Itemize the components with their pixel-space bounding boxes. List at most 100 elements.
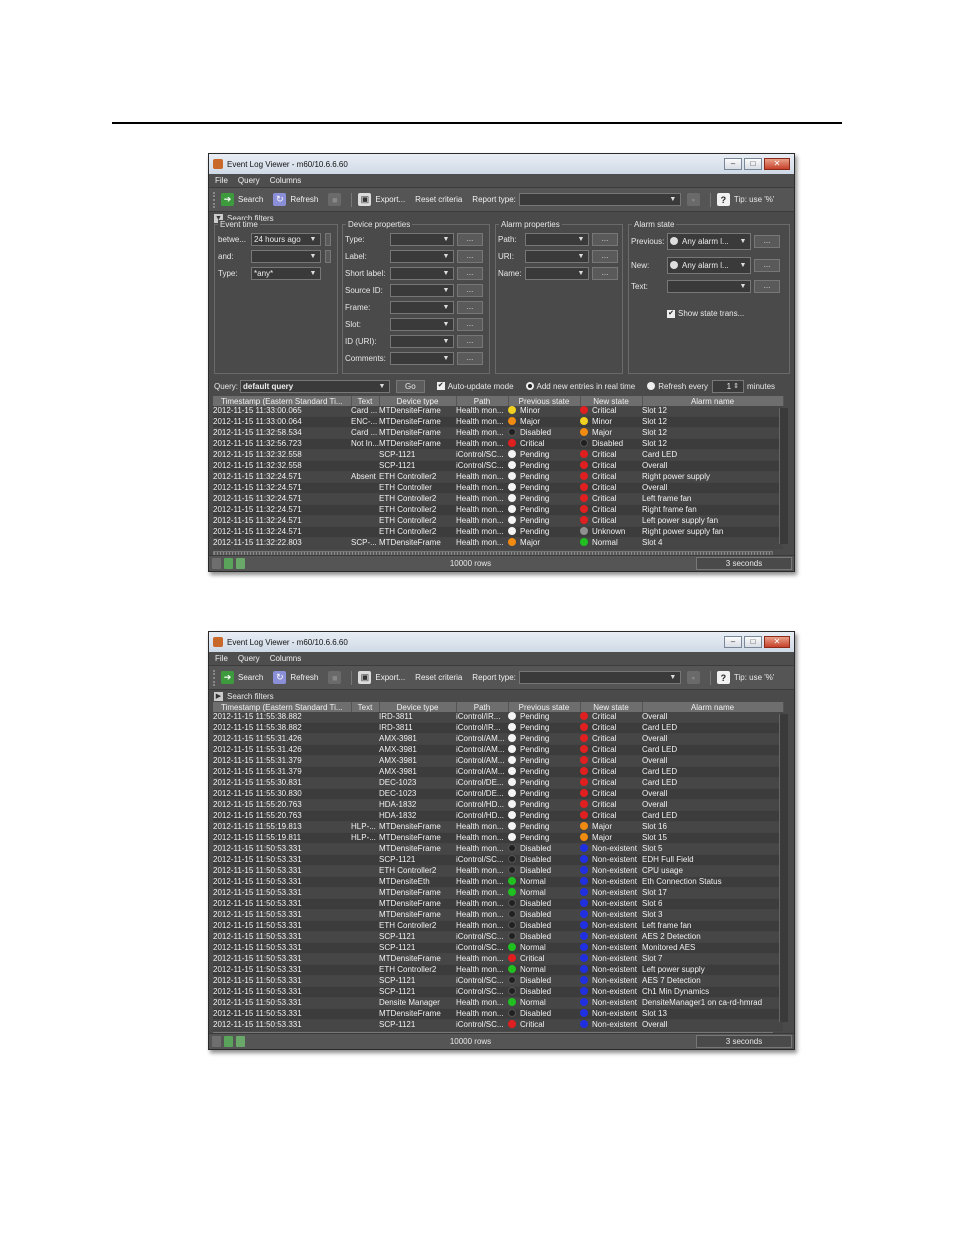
id-uri-select[interactable]: ▼ [390, 335, 454, 348]
text-browse-button[interactable]: ... [754, 280, 780, 293]
minimize-button[interactable]: – [724, 158, 742, 170]
filter-icon[interactable] [236, 1036, 245, 1047]
and-select[interactable]: ▼ [251, 250, 321, 263]
floppy-disk-icon[interactable]: ▣ [358, 193, 372, 206]
pin-icon[interactable] [212, 1036, 221, 1047]
menu-columns[interactable]: Columns [270, 176, 302, 185]
table-row[interactable]: 2012-11-15 11:55:38.882 IRD-3811 iControl/… [213, 722, 783, 734]
query-select[interactable]: default query ▼ [240, 379, 391, 393]
report-type-select[interactable]: ▼ [518, 193, 681, 206]
search-button[interactable]: Search [238, 195, 263, 204]
table-row[interactable]: 2012-11-15 11:55:30.831 DEC-1023 iControl/… [213, 777, 783, 789]
previous-browse-button[interactable]: ... [754, 235, 780, 248]
table-row[interactable]: 2012-11-15 11:50:53.331 SCP-1121 iControl/… [213, 854, 783, 866]
export-button[interactable]: Export... [375, 195, 405, 204]
between-options-button[interactable] [325, 233, 331, 246]
source-id-select[interactable]: ▼ [390, 284, 454, 297]
table-row[interactable]: 2012-11-15 11:55:19.813 HLP-... MTDensiteF… [213, 821, 783, 833]
table-row[interactable]: 2012-11-15 11:50:53.331 MTDensiteFrame Hea… [213, 1008, 783, 1020]
table-row[interactable]: 2012-11-15 11:55:38.882 IRD-3811 iControl/… [213, 712, 783, 723]
table-row[interactable]: 2012-11-15 11:55:30.830 DEC-1023 iControl/… [213, 788, 783, 800]
reset-criteria-button[interactable]: Reset criteria [415, 673, 462, 682]
menu-columns[interactable]: Columns [270, 654, 302, 663]
search-arrow-icon[interactable]: ➔ [221, 193, 234, 206]
slot-select[interactable]: ▼ [390, 318, 454, 331]
auto-update-checkbox[interactable]: ✔ [436, 382, 445, 390]
device-type-select[interactable]: ▼ [390, 233, 454, 246]
up-icon[interactable] [224, 1036, 233, 1047]
table-row[interactable]: 2012-11-15 11:50:53.331 MTDensiteFrame Hea… [213, 898, 783, 910]
report-type-select[interactable]: ▼ [518, 671, 681, 684]
table-row[interactable]: 2012-11-15 11:50:53.331 ETH Controller2 He… [213, 920, 783, 932]
menu-file[interactable]: File [215, 654, 228, 663]
search-button[interactable]: Search [238, 673, 263, 682]
frame-browse-button[interactable]: ... [457, 301, 483, 314]
pin-icon[interactable] [212, 558, 221, 569]
table-row[interactable]: 2012-11-15 11:55:31.426 AMX-3981 iControl/… [213, 733, 783, 745]
title-bar[interactable]: Event Log Viewer - m60/10.6.6.60 – □ ✕ [209, 632, 794, 652]
path-select[interactable]: ▼ [525, 233, 589, 246]
column-new-state-header[interactable]: New state [580, 396, 643, 406]
and-options-button[interactable] [325, 250, 331, 263]
id-uri-browse-button[interactable]: ... [457, 335, 483, 348]
comments-browse-button[interactable]: ... [457, 352, 483, 365]
close-button[interactable]: ✕ [764, 636, 790, 648]
table-row[interactable]: 2012-11-15 11:50:53.331 SCP-1121 iControl/… [213, 1019, 783, 1031]
minimize-button[interactable]: – [724, 636, 742, 648]
column-previous-state-header[interactable]: Previous state [508, 702, 581, 712]
short-label-browse-button[interactable]: ... [457, 267, 483, 280]
refresh-button[interactable]: Refresh [290, 673, 318, 682]
refresh-button[interactable]: Refresh [290, 195, 318, 204]
table-row[interactable]: 2012-11-15 11:32:24.571 ETH Controller2 He… [213, 515, 783, 527]
source-id-browse-button[interactable]: ... [457, 284, 483, 297]
go-button[interactable]: Go [396, 379, 425, 393]
maximize-button[interactable]: □ [744, 636, 762, 648]
name-browse-button[interactable]: ... [592, 267, 618, 280]
table-row[interactable]: 2012-11-15 11:55:19.811 HLP-... MTDensiteF… [213, 832, 783, 844]
uri-browse-button[interactable]: ... [592, 250, 618, 263]
filter-icon[interactable] [236, 558, 245, 569]
previous-state-select[interactable]: Any alarm l... ▼ [667, 233, 751, 250]
path-browse-button[interactable]: ... [592, 233, 618, 246]
device-type-browse-button[interactable]: ... [457, 233, 483, 246]
table-row[interactable]: 2012-11-15 11:32:24.571 ETH Controller2 He… [213, 504, 783, 516]
uri-select[interactable]: ▼ [525, 250, 589, 263]
up-icon[interactable] [224, 558, 233, 569]
expand-triangle-icon[interactable]: ▶ [214, 691, 223, 701]
column-alarm-name-header[interactable]: Alarm name [642, 396, 784, 406]
table-row[interactable]: 2012-11-15 11:50:53.331 SCP-1121 iControl/… [213, 975, 783, 987]
table-row[interactable]: 2012-11-15 11:32:22.803 SCP-... MTDensiteF… [213, 537, 783, 549]
table-row[interactable]: 2012-11-15 11:50:53.331 SCP-1121 iControl/… [213, 942, 783, 954]
table-row[interactable]: 2012-11-15 11:32:24.571 ETH Controller2 He… [213, 493, 783, 505]
table-row[interactable]: 2012-11-15 11:55:31.426 AMX-3981 iControl/… [213, 744, 783, 756]
toolbar-grip[interactable] [213, 669, 217, 686]
table-row[interactable]: 2012-11-15 11:32:32.558 SCP-1121 iControl/… [213, 460, 783, 472]
column-device-type-header[interactable]: Device type [379, 396, 457, 406]
short-label-select[interactable]: ▼ [390, 267, 454, 280]
toolbar-grip[interactable] [213, 191, 217, 208]
text-select[interactable]: ▼ [667, 280, 751, 293]
table-row[interactable]: 2012-11-15 11:50:53.331 MTDensiteFrame Hea… [213, 843, 783, 855]
refresh-interval-spinner[interactable]: 1 ⇕ [712, 379, 745, 393]
table-row[interactable]: 2012-11-15 11:32:32.558 SCP-1121 iControl/… [213, 449, 783, 461]
table-row[interactable]: 2012-11-15 11:32:24.571 ETH Controller Hea… [213, 482, 783, 494]
column-timestamp-header[interactable]: Timestamp (Eastern Standard Ti... [213, 396, 352, 406]
table-row[interactable]: 2012-11-15 11:50:53.331 MTDensiteFrame Hea… [213, 953, 783, 965]
menu-query[interactable]: Query [238, 176, 260, 185]
vertical-scrollbar[interactable] [779, 408, 788, 544]
table-row[interactable]: 2012-11-15 11:32:24.571 Absent ETH Control… [213, 471, 783, 483]
add-new-entries-radio[interactable] [525, 382, 534, 390]
between-select[interactable]: 24 hours ago ▼ [251, 233, 321, 246]
column-text-header[interactable]: Text [351, 702, 380, 712]
device-label-browse-button[interactable]: ... [457, 250, 483, 263]
table-row[interactable]: 2012-11-15 11:50:53.331 MTDensiteFrame Hea… [213, 887, 783, 899]
maximize-button[interactable]: □ [744, 158, 762, 170]
reset-criteria-button[interactable]: Reset criteria [415, 195, 462, 204]
table-row[interactable]: 2012-11-15 11:50:53.331 MTDensiteFrame Hea… [213, 909, 783, 921]
table-row[interactable]: 2012-11-15 11:50:53.331 Densite Manager He… [213, 997, 783, 1009]
table-row[interactable]: 2012-11-15 11:55:31.379 AMX-3981 iControl/… [213, 766, 783, 778]
table-row[interactable]: 2012-11-15 11:50:53.331 ETH Controller2 He… [213, 865, 783, 877]
table-row[interactable]: 2012-11-15 11:50:53.331 ETH Controller2 He… [213, 964, 783, 976]
close-button[interactable]: ✕ [764, 158, 790, 170]
show-state-trans-checkbox[interactable]: ✔ [667, 309, 675, 318]
